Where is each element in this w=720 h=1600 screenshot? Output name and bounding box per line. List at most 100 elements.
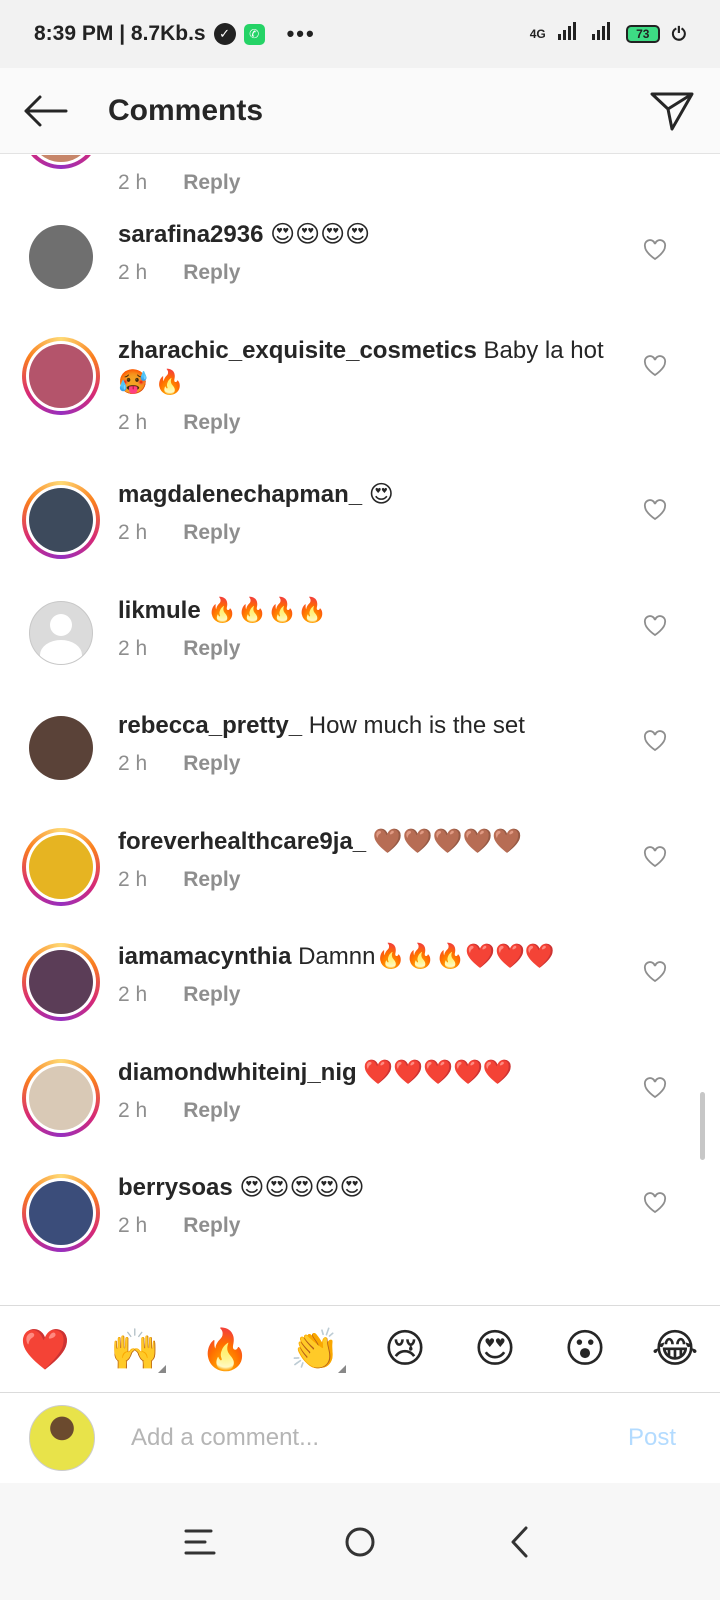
reply-button[interactable]: Reply	[183, 752, 240, 776]
avatar-story-ring[interactable]	[22, 481, 100, 559]
like-comment-button[interactable]	[640, 957, 670, 987]
comment-text: likmule 🔥🔥🔥🔥	[118, 595, 618, 627]
heart-outline-icon	[643, 846, 667, 868]
recent-apps-button[interactable]	[175, 1517, 225, 1567]
emoji-reaction-button[interactable]: 🔥	[190, 1326, 260, 1373]
emoji-reaction-button[interactable]: 🙌	[100, 1326, 170, 1373]
emoji-reaction-button[interactable]: 😍	[460, 1326, 530, 1372]
reply-button[interactable]: Reply	[183, 261, 240, 285]
comment-list[interactable]: 2 h Reply sarafina2936 😍😍😍😍 2 h Reply zharach…	[0, 155, 720, 1305]
comment-text: iamamacynthia Damnn🔥🔥🔥❤️❤️❤️	[118, 941, 618, 973]
heart-outline-icon	[643, 1077, 667, 1099]
emoji-reaction-button[interactable]: 👏	[280, 1326, 350, 1373]
charging-icon: ⏻	[671, 23, 686, 44]
like-comment-button[interactable]	[640, 611, 670, 641]
avatar[interactable]	[29, 225, 93, 289]
emoji-glyph: 😍	[474, 1327, 516, 1371]
top-app-bar: Comments	[0, 68, 720, 154]
like-comment-button[interactable]	[640, 351, 670, 381]
comment-meta: 2 h Reply	[118, 637, 240, 661]
comment-text: diamondwhiteinj_nig ❤️❤️❤️❤️❤️	[118, 1057, 618, 1089]
circle-home-icon	[345, 1527, 375, 1556]
comment-body: How much is the set	[302, 712, 525, 739]
status-time: 8:39 PM | 8.7Kb.s	[34, 22, 206, 45]
reply-button[interactable]: Reply	[183, 411, 240, 435]
avatar[interactable]	[29, 601, 93, 665]
post-button[interactable]: Post	[628, 1424, 676, 1452]
comment-row[interactable]: diamondwhiteinj_nig ❤️❤️❤️❤️❤️ 2 h Reply	[0, 1059, 720, 1179]
comment-meta: 2 h Reply	[118, 983, 240, 1007]
home-button[interactable]	[335, 1517, 385, 1567]
avatar-story-ring[interactable]	[22, 1174, 100, 1252]
emoji-reaction-button[interactable]: 😂	[640, 1326, 710, 1372]
like-comment-button[interactable]	[640, 1188, 670, 1218]
reply-button[interactable]: Reply	[183, 1099, 240, 1123]
comment-row[interactable]: foreverhealthcare9ja_ 🤎🤎🤎🤎🤎 2 h Reply	[0, 828, 720, 948]
comment-body: 😍😍😍😍	[263, 221, 371, 248]
reply-button[interactable]: Reply	[183, 521, 240, 545]
emoji-reaction-button[interactable]: 😮	[550, 1326, 620, 1372]
like-comment-button[interactable]	[640, 1073, 670, 1103]
signal-icon-2	[591, 22, 614, 46]
skin-tone-variants-indicator	[338, 1364, 346, 1373]
comment-body: 🔥🔥🔥🔥	[200, 597, 327, 624]
avatar	[29, 488, 93, 552]
comment-row[interactable]: 2 h Reply	[0, 155, 720, 211]
avatar-story-ring[interactable]	[22, 943, 100, 1021]
scrollbar[interactable]	[700, 1092, 705, 1160]
like-comment-button[interactable]	[640, 235, 670, 265]
avatar	[29, 835, 93, 899]
comment-input[interactable]	[129, 1423, 583, 1453]
heart-outline-icon	[643, 615, 667, 637]
comment-username[interactable]: likmule	[118, 597, 201, 624]
avatar-ring-inner	[26, 155, 96, 165]
like-comment-button[interactable]	[640, 842, 670, 872]
like-comment-button[interactable]	[640, 726, 670, 756]
comment-row[interactable]: iamamacynthia Damnn🔥🔥🔥❤️❤️❤️ 2 h Reply	[0, 943, 720, 1063]
avatar-ring-inner	[26, 341, 96, 411]
avatar-story-ring[interactable]	[22, 337, 100, 415]
avatar-story-ring[interactable]	[22, 1059, 100, 1137]
menu-icon	[184, 1529, 216, 1554]
comment-row[interactable]: magdalenechapman_ 😍 2 h Reply	[0, 481, 720, 601]
comment-text: foreverhealthcare9ja_ 🤎🤎🤎🤎🤎	[118, 826, 618, 858]
comment-username[interactable]: zharachic_exquisite_cosmetics	[118, 337, 477, 364]
comment-body: 😍	[362, 481, 394, 508]
whatsapp-icon: ✆	[243, 23, 265, 45]
comment-username[interactable]: berrysoas	[118, 1174, 233, 1201]
comment-text: sarafina2936 😍😍😍😍	[118, 219, 618, 251]
heart-outline-icon	[643, 355, 667, 377]
comment-username[interactable]: iamamacynthia	[118, 943, 291, 970]
comment-body: ❤️❤️❤️❤️❤️	[356, 1059, 513, 1086]
reply-button[interactable]: Reply	[183, 983, 240, 1007]
comment-row[interactable]: rebecca_pretty_ How much is the set 2 h Re…	[0, 712, 720, 832]
heart-outline-icon	[643, 961, 667, 983]
emoji-glyph: 🙌	[110, 1327, 160, 1372]
comment-username[interactable]: magdalenechapman_	[118, 481, 362, 508]
avatar-story-ring[interactable]	[22, 828, 100, 906]
emoji-reaction-button[interactable]: 😢	[370, 1326, 440, 1372]
avatar-story-ring[interactable]	[22, 155, 100, 169]
comment-username[interactable]: diamondwhiteinj_nig	[118, 1059, 357, 1086]
comment-row[interactable]: likmule 🔥🔥🔥🔥 2 h Reply	[0, 597, 720, 717]
like-comment-button[interactable]	[640, 495, 670, 525]
comment-username[interactable]: rebecca_pretty_	[118, 712, 302, 739]
emoji-reaction-button[interactable]: ❤️	[10, 1326, 80, 1373]
share-button[interactable]	[632, 68, 712, 154]
reply-button[interactable]: Reply	[183, 171, 240, 195]
comment-row[interactable]: berrysoas 😍😍😍😍😍 2 h Reply	[0, 1174, 720, 1294]
comment-row[interactable]: zharachic_exquisite_cosmetics Baby la ho…	[0, 337, 720, 457]
reply-button[interactable]: Reply	[183, 637, 240, 661]
reply-button[interactable]: Reply	[183, 1214, 240, 1238]
comment-username[interactable]: foreverhealthcare9ja_	[118, 828, 366, 855]
comment-username[interactable]: sarafina2936	[118, 221, 263, 248]
back-button[interactable]	[0, 68, 90, 154]
comment-composer: Post	[0, 1393, 720, 1484]
system-back-button[interactable]	[495, 1517, 545, 1567]
comment-row[interactable]: sarafina2936 😍😍😍😍 2 h Reply	[0, 221, 720, 341]
comment-timestamp: 2 h	[118, 521, 148, 544]
avatar[interactable]	[29, 716, 93, 780]
emoji-glyph: 😮	[564, 1327, 606, 1371]
reply-button[interactable]: Reply	[183, 868, 240, 892]
comment-meta: 2 h Reply	[118, 521, 240, 545]
